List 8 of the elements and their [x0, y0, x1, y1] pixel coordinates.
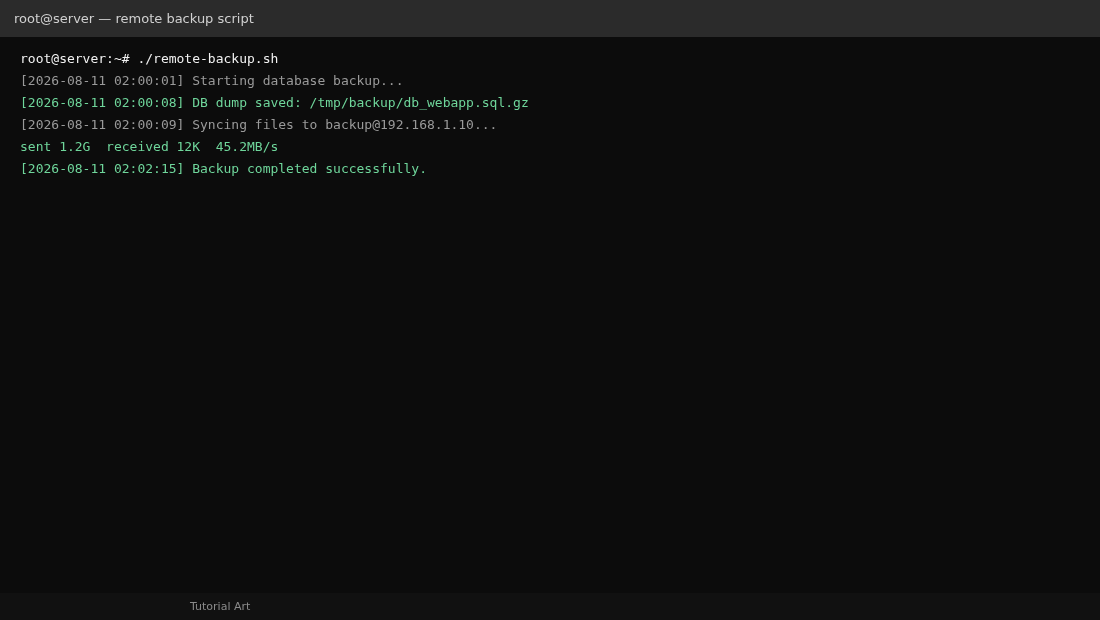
terminal-line: sent 1.2G received 12K 45.2MB/s — [20, 138, 279, 156]
terminal-line: [2026-08-11 02:00:09] Syncing files to backup@192.168.1.10... — [20, 116, 498, 134]
terminal-line: root@server:~# ./remote-backup.sh — [20, 50, 279, 68]
window-title: root@server — remote backup script — [14, 11, 254, 26]
terminal-line: [2026-08-11 02:00:01] Starting database backup... — [20, 72, 404, 90]
terminal-line: [2026-08-11 02:00:08] DB dump saved: /tmp/backup/db_webapp.sql.gz — [20, 94, 529, 112]
status-text: Tutorial Art — [190, 600, 251, 613]
terminal-line: [2026-08-11 02:02:15] Backup completed successfully. — [20, 160, 427, 178]
